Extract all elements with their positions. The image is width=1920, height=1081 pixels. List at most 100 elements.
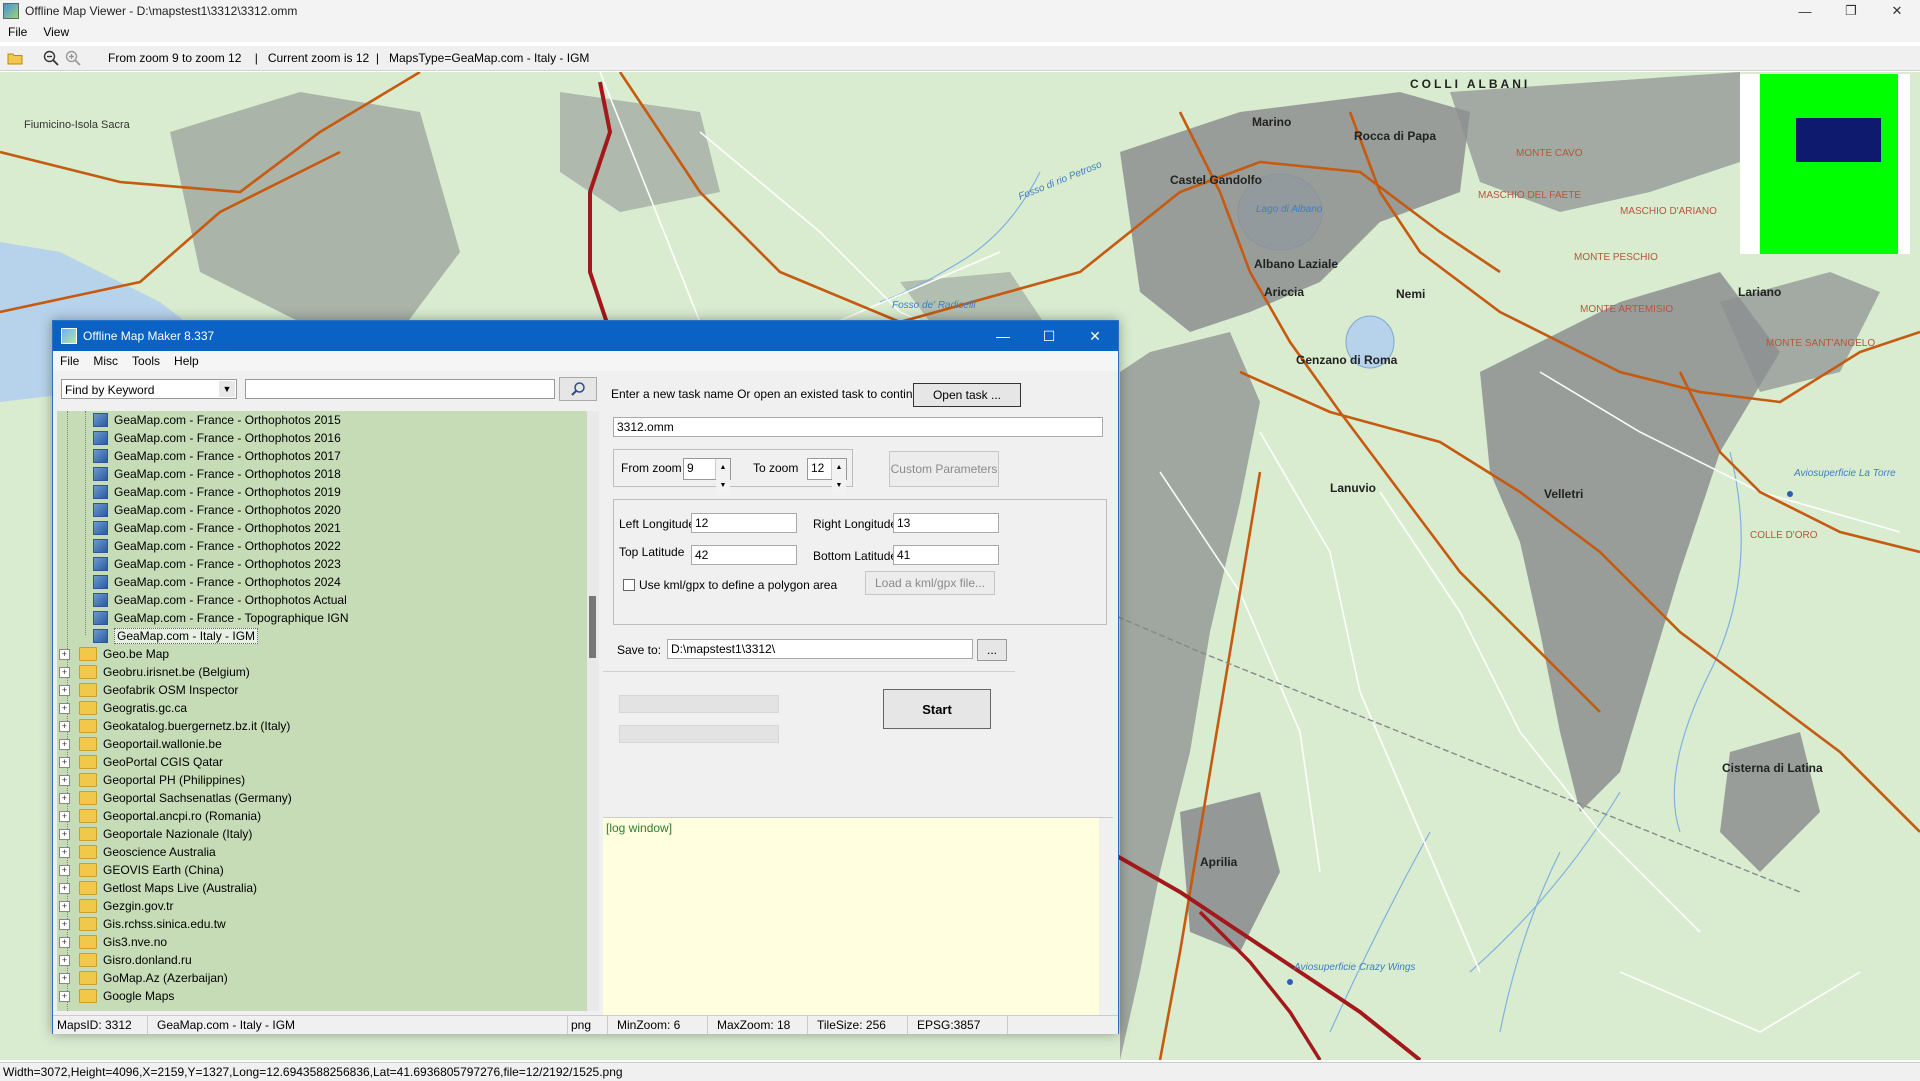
menu-view[interactable]: View <box>35 25 77 39</box>
left-longitude-input[interactable]: 12 <box>691 513 797 533</box>
maker-menu-help[interactable]: Help <box>167 354 206 368</box>
expand-icon[interactable]: + <box>59 684 70 696</box>
kml-checkbox[interactable] <box>623 579 635 591</box>
tree-folder-item[interactable]: + Getlost Maps Live (Australia) <box>59 879 257 897</box>
tree-folder-item[interactable]: + Gis.rchss.sinica.edu.tw <box>59 915 226 933</box>
expand-icon[interactable]: + <box>59 648 70 660</box>
map-type-tree[interactable]: GeaMap.com - France - Orthophotos 2015 Ge… <box>57 411 597 1011</box>
right-longitude-input[interactable]: 13 <box>893 513 999 533</box>
tree-folder-item[interactable]: + Gis3.nve.no <box>59 933 167 951</box>
browse-button[interactable]: ... <box>977 639 1007 661</box>
minimap[interactable] <box>1740 74 1910 254</box>
minimap-viewport[interactable] <box>1796 118 1881 162</box>
tree-folder-item[interactable]: + Geogratis.gc.ca <box>59 699 187 717</box>
tree-folder-item[interactable]: + Geo.be Map <box>59 645 169 663</box>
custom-parameters-button[interactable]: Custom Parameters <box>889 451 999 487</box>
tree-folder-item[interactable]: + Geoportal Sachsenatlas (Germany) <box>59 789 292 807</box>
load-kml-button[interactable]: Load a kml/gpx file... <box>865 571 995 595</box>
viewer-title: Offline Map Viewer - D:\mapstest1\3312\3… <box>25 4 298 18</box>
expand-icon[interactable]: + <box>59 828 70 840</box>
expand-icon[interactable]: + <box>59 990 70 1002</box>
maker-menu-misc[interactable]: Misc <box>86 354 125 368</box>
expand-icon[interactable]: + <box>59 792 70 804</box>
find-mode-value: Find by Keyword <box>65 383 155 397</box>
expand-icon[interactable]: + <box>59 666 70 678</box>
menu-file[interactable]: File <box>0 25 35 39</box>
tree-folder-item[interactable]: + Geoportal.ancpi.ro (Romania) <box>59 807 261 825</box>
tree-folder-item[interactable]: + GoMap.Az (Azerbaijan) <box>59 969 228 987</box>
maker-close-icon[interactable]: ✕ <box>1072 321 1118 351</box>
search-button[interactable] <box>559 377 597 401</box>
to-zoom-stepper[interactable]: 12 ▲ ▼ <box>807 458 847 495</box>
zoom-in-icon[interactable] <box>62 48 84 68</box>
maker-menu-tools[interactable]: Tools <box>125 354 167 368</box>
to-zoom-up-icon[interactable]: ▲ <box>832 459 846 477</box>
tree-folder-item[interactable]: + Google Maps <box>59 987 174 1005</box>
save-to-input[interactable]: D:\mapstest1\3312\ <box>667 639 973 659</box>
tree-folder-item[interactable]: + Gisro.donland.ru <box>59 951 192 969</box>
tree-folder-item[interactable]: + Gezgin.gov.tr <box>59 897 173 915</box>
tree-map-item[interactable]: GeaMap.com - France - Orthophotos 2019 <box>93 483 341 501</box>
tree-map-item[interactable]: GeaMap.com - France - Orthophotos 2023 <box>93 555 341 573</box>
maximize-icon[interactable]: ❐ <box>1828 0 1874 22</box>
expand-icon[interactable]: + <box>59 900 70 912</box>
from-zoom-down-icon[interactable]: ▼ <box>716 477 730 495</box>
tree-map-item[interactable]: GeaMap.com - France - Topographique IGN <box>93 609 349 627</box>
map-icon <box>93 575 108 589</box>
tree-folder-item[interactable]: + Geoportal PH (Philippines) <box>59 771 245 789</box>
from-zoom-up-icon[interactable]: ▲ <box>716 459 730 477</box>
expand-icon[interactable]: + <box>59 774 70 786</box>
maker-minimize-icon[interactable]: — <box>980 321 1026 351</box>
tree-folder-item[interactable]: + GeoPortal CGIS Qatar <box>59 753 223 771</box>
tree-map-item[interactable]: GeaMap.com - France - Orthophotos 2015 <box>93 411 341 429</box>
expand-icon[interactable]: + <box>59 954 70 966</box>
tree-folder-item[interactable]: + Geobru.irisnet.be (Belgium) <box>59 663 250 681</box>
tree-folder-item[interactable]: + Geofabrik OSM Inspector <box>59 681 238 699</box>
tree-map-item[interactable]: GeaMap.com - France - Orthophotos 2024 <box>93 573 341 591</box>
minimize-icon[interactable]: — <box>1782 0 1828 22</box>
start-button[interactable]: Start <box>883 689 991 729</box>
tree-map-item[interactable]: GeaMap.com - France - Orthophotos 2021 <box>93 519 341 537</box>
tree-folder-item[interactable]: + Geoportale Nazionale (Italy) <box>59 825 252 843</box>
from-zoom-stepper[interactable]: 9 ▲ ▼ <box>683 458 731 495</box>
expand-icon[interactable]: + <box>59 918 70 930</box>
log-scrollbar[interactable] <box>1099 818 1113 1028</box>
expand-icon[interactable]: + <box>59 738 70 750</box>
expand-icon[interactable]: + <box>59 936 70 948</box>
log-window[interactable]: [log window] <box>603 817 1113 1028</box>
expand-icon[interactable]: + <box>59 846 70 858</box>
tree-map-item[interactable]: GeaMap.com - France - Orthophotos 2017 <box>93 447 341 465</box>
zoom-out-icon[interactable] <box>40 48 62 68</box>
to-zoom-down-icon[interactable]: ▼ <box>832 477 846 495</box>
tree-scroll-thumb[interactable] <box>589 596 596 658</box>
task-name-input[interactable]: 3312.omm <box>613 417 1103 437</box>
maker-menu-file[interactable]: File <box>53 354 86 368</box>
close-icon[interactable]: ✕ <box>1874 0 1920 22</box>
expand-icon[interactable]: + <box>59 756 70 768</box>
tree-map-item[interactable]: GeaMap.com - France - Orthophotos 2020 <box>93 501 341 519</box>
expand-icon[interactable]: + <box>59 972 70 984</box>
tree-scrollbar[interactable] <box>587 411 599 1011</box>
tree-map-item[interactable]: GeaMap.com - Italy - IGM <box>93 627 259 645</box>
maker-maximize-icon[interactable]: ☐ <box>1026 321 1072 351</box>
bottom-latitude-input[interactable]: 41 <box>893 545 999 565</box>
chevron-down-icon[interactable]: ▼ <box>219 381 235 397</box>
expand-icon[interactable]: + <box>59 882 70 894</box>
expand-icon[interactable]: + <box>59 810 70 822</box>
tree-map-item[interactable]: GeaMap.com - France - Orthophotos 2022 <box>93 537 341 555</box>
tree-folder-item[interactable]: + Geokatalog.buergernetz.bz.it (Italy) <box>59 717 290 735</box>
search-input[interactable] <box>245 379 555 399</box>
tree-folder-item[interactable]: + Geoportail.wallonie.be <box>59 735 222 753</box>
tree-map-item[interactable]: GeaMap.com - France - Orthophotos 2018 <box>93 465 341 483</box>
expand-icon[interactable]: + <box>59 864 70 876</box>
open-task-button[interactable]: Open task ... <box>913 383 1021 407</box>
tree-map-item[interactable]: GeaMap.com - France - Orthophotos Actual <box>93 591 347 609</box>
open-folder-icon[interactable] <box>4 48 26 68</box>
find-mode-select[interactable]: Find by Keyword ▼ <box>61 379 237 399</box>
tree-map-item[interactable]: GeaMap.com - France - Orthophotos 2016 <box>93 429 341 447</box>
tree-folder-item[interactable]: + GEOVIS Earth (China) <box>59 861 224 879</box>
tree-folder-item[interactable]: + Geoscience Australia <box>59 843 216 861</box>
expand-icon[interactable]: + <box>59 720 70 732</box>
expand-icon[interactable]: + <box>59 702 70 714</box>
top-latitude-input[interactable]: 42 <box>691 545 797 565</box>
